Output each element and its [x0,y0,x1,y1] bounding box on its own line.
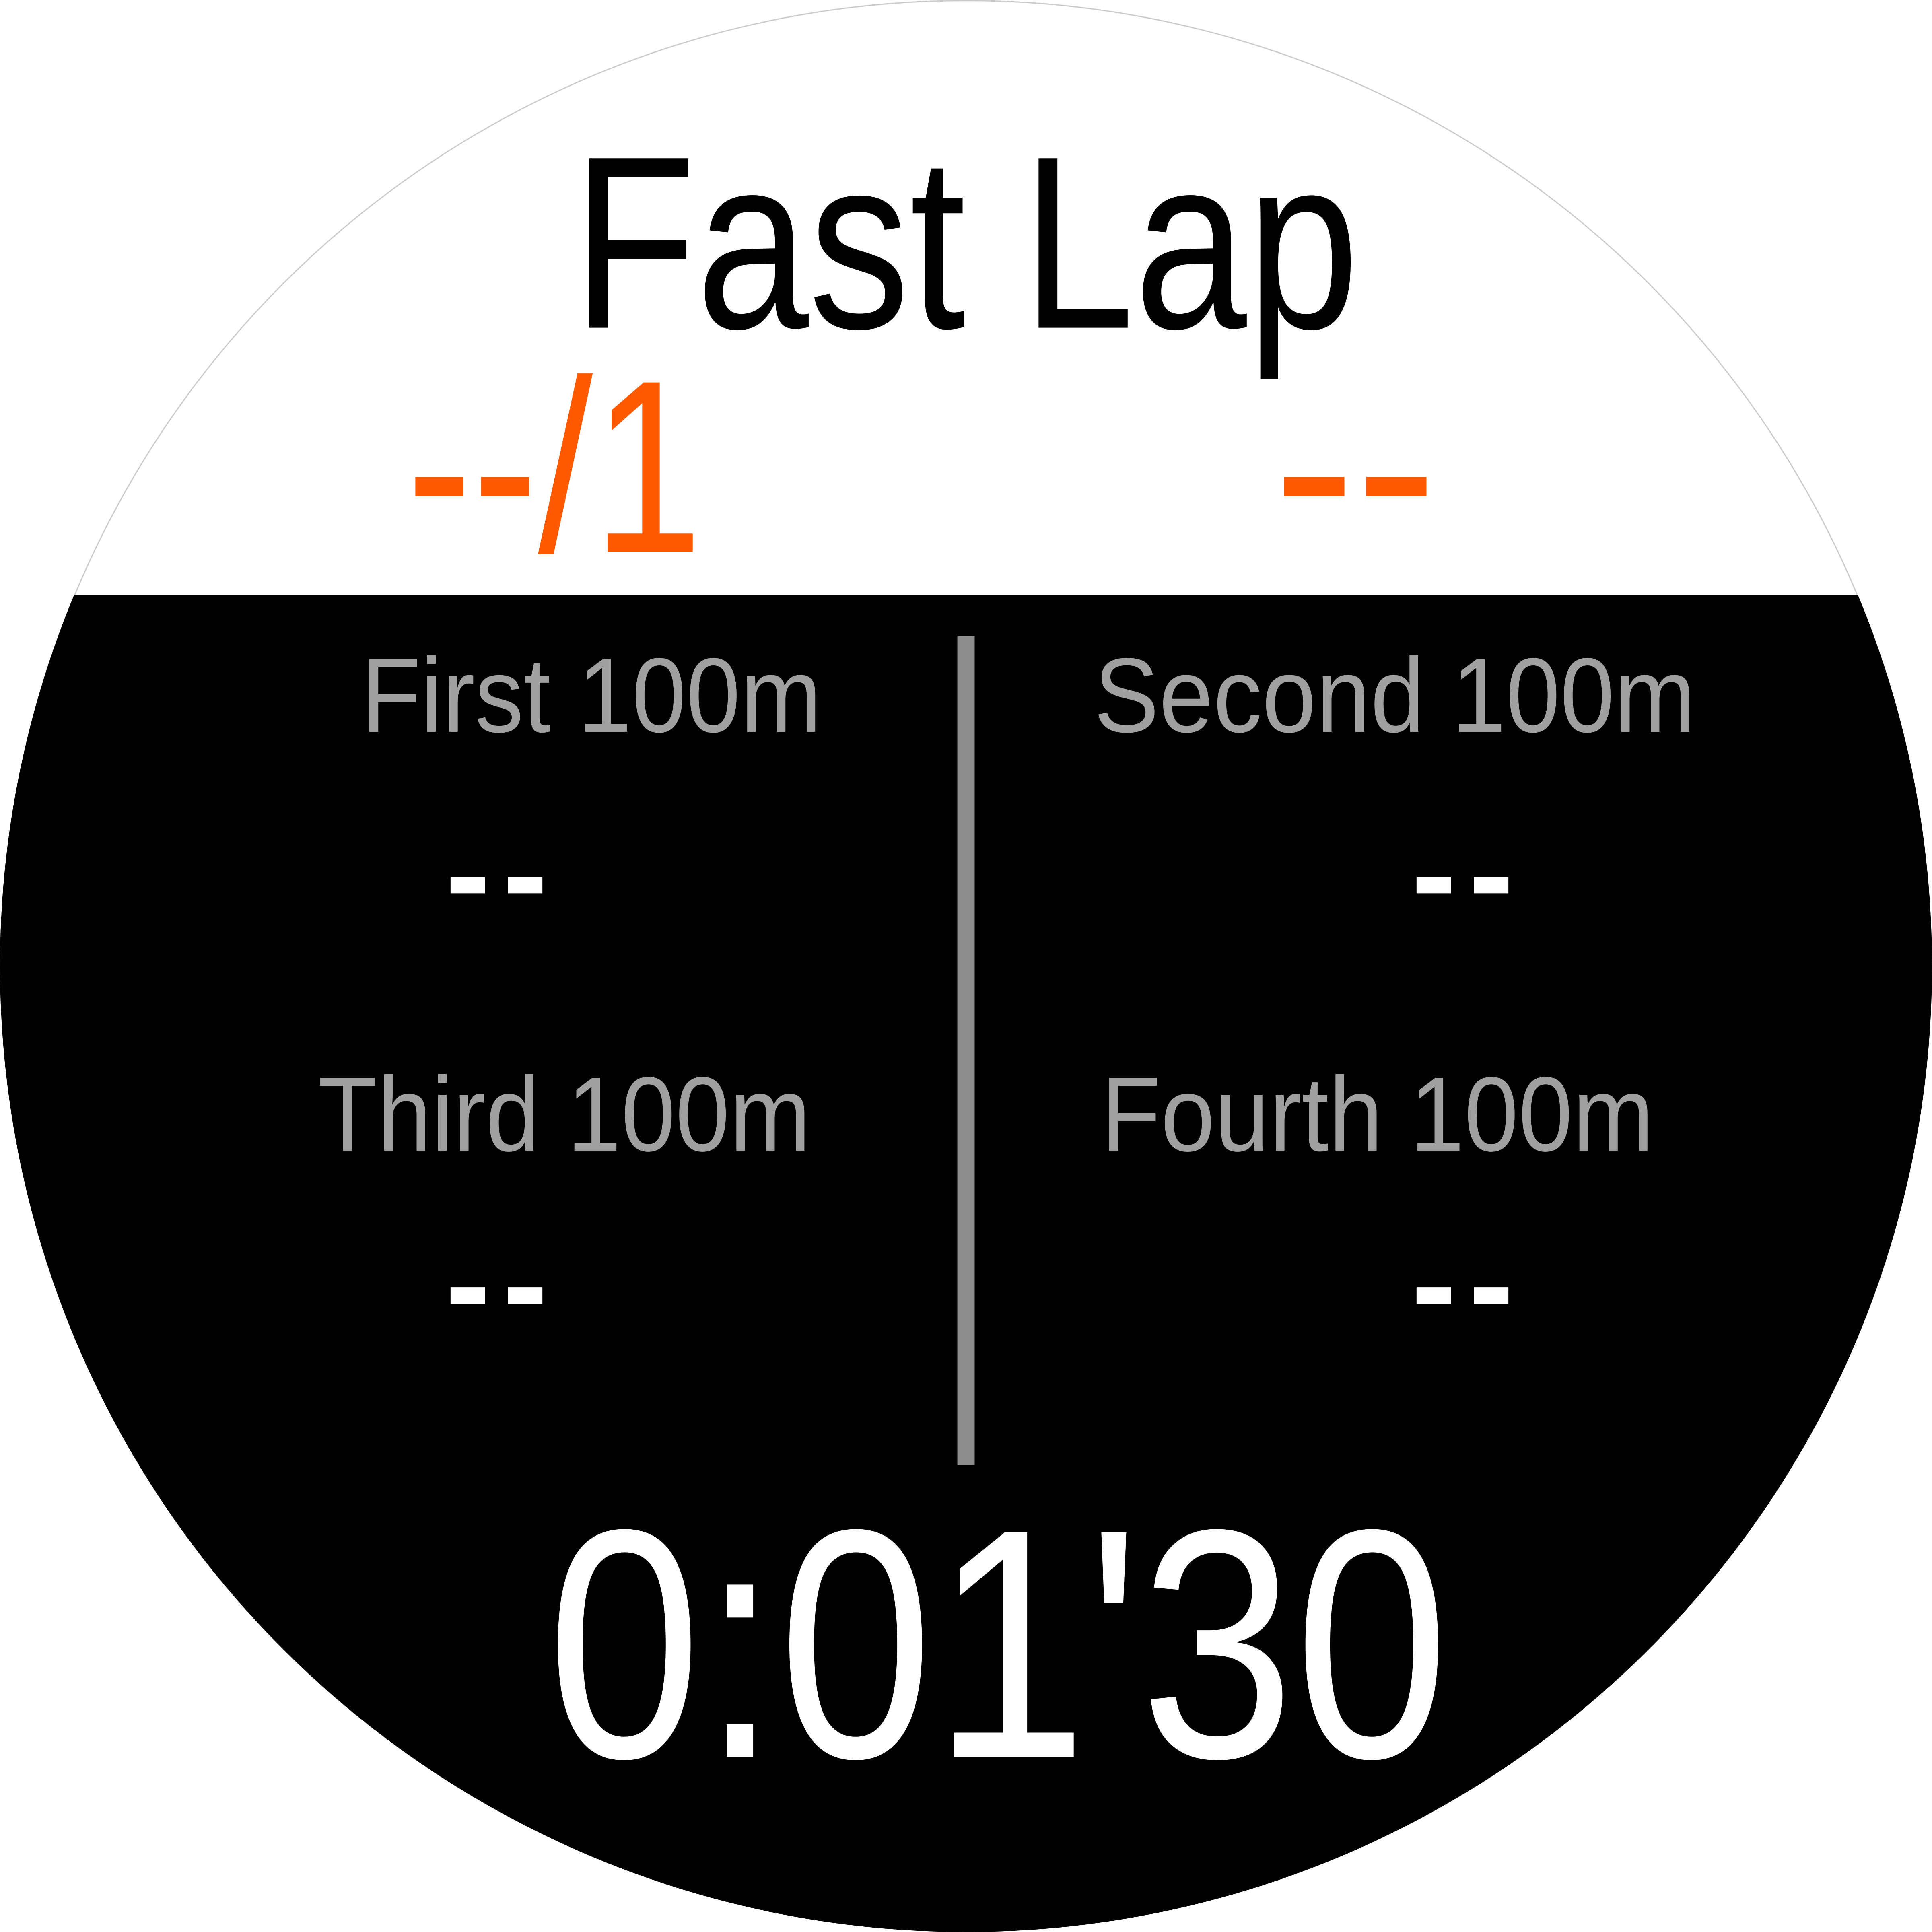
cell-label-first: First 100m [361,637,822,756]
lap-value: -- [1273,330,1438,605]
vertical-divider [957,636,975,1465]
lap-counter: --/1 [406,330,702,605]
cell-label-fourth: Fourth 100m [1101,1056,1654,1174]
cell-value-second: -- [1411,798,1526,950]
cell-value-fourth: -- [1411,1209,1526,1360]
watch-face: Fast Lap --/1 -- First 100m -- Second 10… [0,0,1932,1932]
cell-label-third: Third 100m [317,1056,811,1174]
cell-value-third: -- [445,1209,560,1360]
cell-label-second: Second 100m [1094,637,1696,756]
elapsed-time: 0:01'30 [547,1462,1449,1827]
watch-screen: Fast Lap --/1 -- First 100m -- Second 10… [0,0,1932,1932]
cell-value-first: -- [445,798,560,950]
